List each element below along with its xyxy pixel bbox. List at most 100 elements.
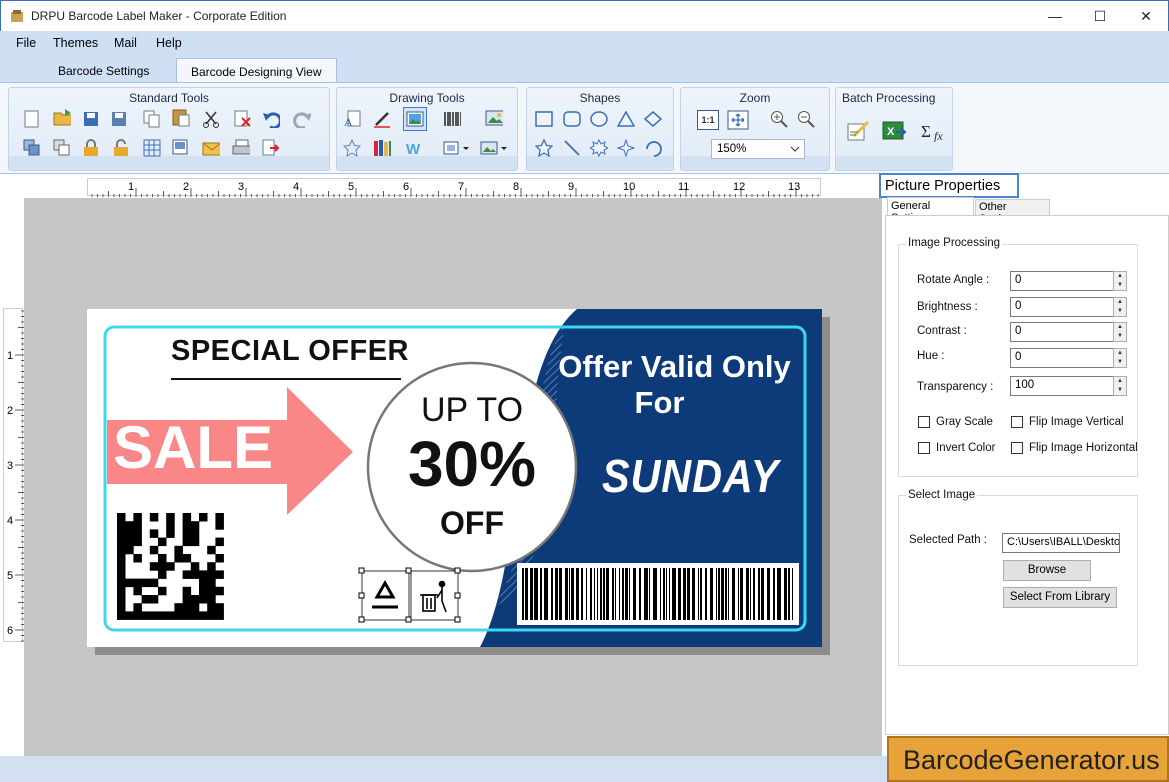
zoom-out-icon[interactable] [797, 110, 815, 128]
flip-horizontal-checkbox[interactable] [1011, 442, 1023, 454]
close-button[interactable]: ✕ [1123, 1, 1169, 31]
batch-formula-icon[interactable]: Σfx [920, 120, 948, 142]
hue-label: Hue : [917, 350, 945, 362]
save-as-icon[interactable] [110, 110, 128, 128]
batch-edit-icon[interactable] [846, 120, 870, 142]
vertical-ruler: 1 2 3 4 5 6 [3, 308, 24, 642]
ellipse-shape-icon[interactable] [590, 110, 608, 128]
undo-icon[interactable] [262, 110, 280, 128]
invert-color-label: Invert Color [936, 442, 996, 454]
unlock-icon[interactable] [112, 139, 130, 157]
pencil-tool-icon[interactable] [373, 110, 391, 128]
diamond-shape-icon[interactable] [644, 110, 662, 128]
gray-scale-checkbox[interactable] [918, 416, 930, 428]
lock-icon[interactable] [82, 139, 100, 157]
tab-general-settings[interactable]: General Settings [887, 197, 974, 224]
batch-excel-icon[interactable]: X [882, 120, 908, 142]
special-offer-text[interactable]: SPECIAL OFFER [171, 335, 409, 368]
minimize-button[interactable]: — [1032, 1, 1078, 31]
drawing-tools-label: Drawing Tools [389, 91, 465, 105]
menu-file[interactable]: File [16, 36, 36, 50]
actual-size-button[interactable]: 1:1 [697, 110, 719, 130]
browse-button[interactable]: Browse [1003, 560, 1091, 581]
arc-shape-icon[interactable] [644, 139, 662, 157]
text-tool-icon[interactable]: A [343, 110, 361, 128]
label-design[interactable]: SPECIAL OFFER SALE UP TO 30% OFF Offer V… [87, 309, 822, 647]
redo-icon[interactable] [293, 110, 311, 128]
off-text[interactable]: OFF [368, 505, 576, 542]
group-icon[interactable] [23, 139, 41, 157]
brightness-spinner[interactable]: ▲ ▼ [1113, 297, 1127, 317]
rotate-angle-spinner[interactable]: ▲ ▼ [1113, 271, 1127, 291]
image-dropdown-icon[interactable] [479, 139, 511, 157]
print-preview-icon[interactable] [172, 139, 190, 157]
image-processing-label: Image Processing [906, 237, 1003, 249]
grid-icon[interactable] [143, 139, 161, 157]
tab-barcode-designing-view[interactable]: Barcode Designing View [176, 58, 337, 82]
shape-dropdown-icon[interactable] [441, 139, 473, 157]
new-icon[interactable] [23, 110, 41, 128]
zoom-in-icon[interactable] [770, 110, 788, 128]
books-icon[interactable] [373, 139, 391, 157]
tab-other-settings[interactable]: Other Settings [975, 199, 1050, 225]
transparency-spinner[interactable]: ▲ ▼ [1113, 376, 1127, 396]
maximize-button[interactable]: ☐ [1077, 1, 1123, 31]
star-shape-icon[interactable] [535, 139, 553, 157]
open-icon[interactable] [53, 108, 71, 126]
ungroup-icon[interactable] [53, 139, 71, 157]
rectangle-shape-icon[interactable] [535, 110, 553, 128]
hue-spinner[interactable]: ▲ ▼ [1113, 348, 1127, 368]
save-icon[interactable] [82, 110, 100, 128]
paste-icon[interactable] [172, 108, 190, 127]
flip-vertical-label: Flip Image Vertical [1029, 416, 1124, 428]
star-draw-icon[interactable] [343, 139, 361, 157]
ruler-label: 11 [678, 181, 689, 193]
print-icon[interactable] [232, 139, 250, 157]
barcode-tool-icon[interactable] [443, 110, 461, 128]
chevron-down-icon [790, 146, 800, 152]
export-icon[interactable] [262, 139, 280, 157]
offer-valid-text[interactable]: Offer Valid Only [542, 349, 807, 385]
invert-color-checkbox[interactable] [918, 442, 930, 454]
svg-text:fx: fx [934, 129, 943, 142]
burst-shape-icon[interactable] [590, 139, 608, 157]
rotate-angle-input[interactable]: 0 [1010, 271, 1114, 291]
tab-barcode-settings[interactable]: Barcode Settings [44, 58, 163, 82]
drawing-tools-group: Drawing Tools A W [336, 87, 518, 171]
percent-text[interactable]: 30% [368, 427, 576, 501]
four-point-star-shape-icon[interactable] [617, 139, 635, 157]
triangle-shape-icon[interactable] [617, 110, 635, 128]
day-text[interactable]: SUNDAY [602, 449, 779, 503]
cut-icon[interactable] [202, 110, 220, 128]
select-from-library-button[interactable]: Select From Library [1003, 587, 1117, 608]
horizontal-ruler: 1 2 3 4 5 6 7 8 9 10 11 12 13 [87, 178, 821, 197]
ruler-label: 4 [7, 515, 13, 527]
menu-bar: File Themes Mail Help [0, 31, 1169, 55]
brightness-input[interactable]: 0 [1010, 297, 1114, 317]
flip-vertical-checkbox[interactable] [1011, 416, 1023, 428]
menu-help[interactable]: Help [156, 36, 182, 50]
standard-tools-group: Standard Tools [8, 87, 330, 171]
sale-text[interactable]: SALE [113, 413, 273, 482]
contrast-input[interactable]: 0 [1010, 322, 1114, 342]
contrast-spinner[interactable]: ▲ ▼ [1113, 322, 1127, 342]
picture-tool-icon[interactable] [403, 107, 427, 131]
batch-processing-group: Batch Processing X Σfx [835, 87, 953, 171]
fit-page-icon[interactable] [727, 110, 749, 130]
menu-mail[interactable]: Mail [114, 36, 137, 50]
shapes-group: Shapes [526, 87, 674, 171]
email-icon[interactable] [202, 139, 220, 157]
line-shape-icon[interactable] [563, 139, 581, 157]
ruler-label: 2 [183, 181, 189, 193]
copy-icon[interactable] [143, 110, 161, 128]
menu-themes[interactable]: Themes [53, 36, 98, 50]
rounded-rectangle-shape-icon[interactable] [563, 110, 581, 128]
transparency-input[interactable]: 100 [1010, 376, 1114, 396]
wordart-icon[interactable]: W [405, 139, 423, 157]
image-library-icon[interactable] [485, 110, 503, 128]
hue-input[interactable]: 0 [1010, 348, 1114, 368]
zoom-select[interactable]: 150% [711, 139, 805, 159]
selected-path-input[interactable]: C:\Users\IBALL\Deskto [1002, 533, 1120, 553]
delete-icon[interactable] [234, 110, 252, 128]
for-text[interactable]: For [542, 385, 807, 421]
